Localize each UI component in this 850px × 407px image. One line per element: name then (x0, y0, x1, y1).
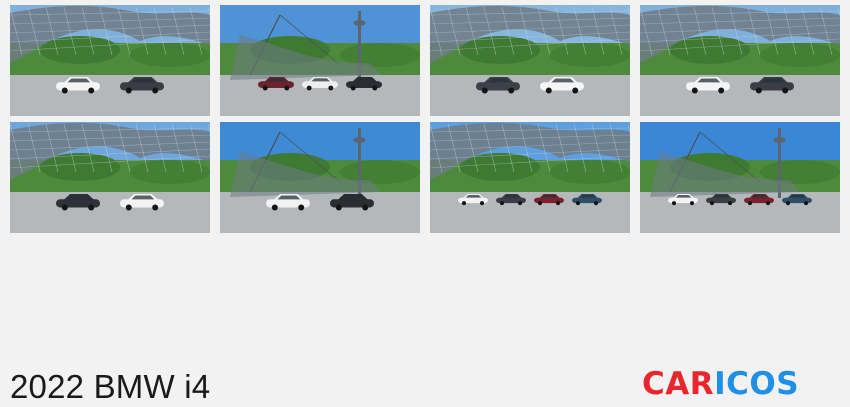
thumbnail-photo (220, 122, 420, 233)
caricos-logo[interactable]: CARICOS (642, 364, 799, 404)
gallery-thumbnail[interactable] (430, 5, 630, 116)
page-title: 2022 BMW i4 (10, 368, 211, 405)
gallery-thumbnail[interactable] (10, 122, 210, 233)
gallery-thumbnail[interactable] (640, 5, 840, 116)
thumbnail-gallery (10, 5, 840, 233)
gallery-thumbnail[interactable] (640, 122, 840, 233)
logo-part-car: CAR (642, 366, 715, 402)
gallery-thumbnail[interactable] (220, 122, 420, 233)
gallery-thumbnail[interactable] (10, 5, 210, 116)
gallery-thumbnail[interactable] (220, 5, 420, 116)
thumbnail-photo (10, 122, 210, 233)
thumbnail-photo (430, 5, 630, 116)
thumbnail-photo (640, 5, 840, 116)
thumbnail-photo (220, 5, 420, 116)
logo-part-icos: ICOS (714, 366, 800, 402)
thumbnail-photo (10, 5, 210, 116)
thumbnail-photo (430, 122, 630, 233)
thumbnail-photo (640, 122, 840, 233)
gallery-thumbnail[interactable] (430, 122, 630, 233)
